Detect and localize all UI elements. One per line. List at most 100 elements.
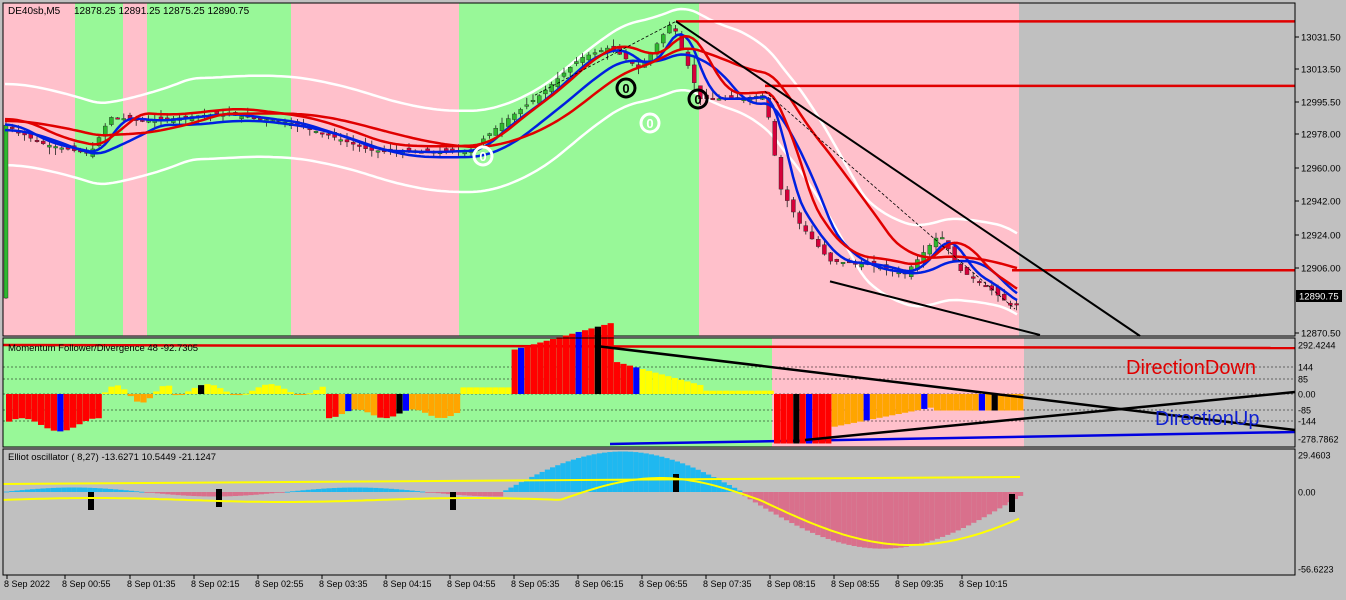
elliot-bar bbox=[986, 492, 992, 515]
momentum-bar bbox=[498, 387, 505, 394]
momentum-bar bbox=[767, 390, 774, 394]
momentum-bar bbox=[518, 347, 525, 394]
time-tick-label: 8 Sep 04:55 bbox=[447, 579, 496, 589]
momentum-bar bbox=[345, 394, 352, 412]
elliot-bar bbox=[87, 487, 93, 492]
elliot-bar bbox=[612, 451, 618, 492]
elliot-bar bbox=[404, 490, 410, 492]
momentum-bar bbox=[95, 394, 102, 419]
elliot-bar bbox=[144, 492, 150, 493]
elliot-bar bbox=[9, 491, 15, 492]
elliot-bar bbox=[498, 492, 504, 497]
momentum-bar bbox=[178, 394, 185, 395]
elliot-bar bbox=[680, 463, 686, 492]
elliot-bar bbox=[570, 459, 576, 492]
elliot-bar bbox=[170, 492, 176, 495]
momentum-bar bbox=[262, 384, 269, 394]
elliot-bar bbox=[342, 487, 348, 492]
candle bbox=[3, 120, 9, 299]
elliot-tick-label: 29.4603 bbox=[1298, 451, 1331, 461]
momentum-tick-label: -278.7862 bbox=[1298, 435, 1339, 445]
elliot-bar bbox=[440, 492, 446, 494]
momentum-bar bbox=[863, 394, 870, 421]
elliot-black-bar bbox=[1009, 494, 1015, 512]
elliot-bar bbox=[940, 492, 946, 537]
momentum-bar bbox=[306, 393, 313, 395]
elliot-bar bbox=[248, 492, 254, 496]
momentum-bar bbox=[537, 342, 544, 394]
time-tick-label: 8 Sep 04:15 bbox=[383, 579, 432, 589]
momentum-bar bbox=[114, 385, 121, 394]
elliot-bar bbox=[180, 492, 186, 496]
elliot-bar bbox=[976, 492, 982, 521]
momentum-bar bbox=[466, 387, 473, 394]
elliot-bar bbox=[950, 492, 956, 533]
momentum-bar bbox=[415, 394, 422, 411]
momentum-bar bbox=[985, 394, 992, 411]
momentum-bar bbox=[287, 392, 294, 394]
chart-canvas[interactable]: 0 0 0 0 DE40sb,M5 12878.25 12891.25 12875.2… bbox=[0, 0, 1346, 596]
elliot-bar bbox=[19, 490, 25, 492]
elliot-bar bbox=[227, 492, 233, 497]
elliot-bar bbox=[622, 451, 628, 492]
price-tick-label: 12870.50 bbox=[1301, 329, 1341, 340]
price-tick-label: 12995.50 bbox=[1301, 98, 1341, 109]
momentum-bar bbox=[838, 394, 845, 426]
direction-up-label: DirectionUp bbox=[1155, 408, 1259, 430]
momentum-bar bbox=[556, 337, 563, 394]
momentum-bar bbox=[50, 394, 57, 431]
elliot-bar bbox=[529, 476, 535, 492]
momentum-bar bbox=[748, 390, 755, 394]
ohlc-readout: 12878.25 12891.25 12875.25 12890.75 bbox=[74, 6, 250, 17]
momentum-bar bbox=[940, 394, 947, 411]
momentum-bar bbox=[793, 394, 800, 444]
elliot-bar bbox=[378, 488, 384, 492]
momentum-bar bbox=[614, 362, 621, 394]
candle bbox=[778, 154, 784, 196]
momentum-bar bbox=[268, 384, 275, 394]
elliot-bar bbox=[919, 492, 925, 544]
momentum-bar bbox=[134, 394, 141, 402]
momentum-bar bbox=[550, 339, 557, 394]
momentum-bar bbox=[946, 394, 953, 411]
momentum-bar bbox=[966, 394, 973, 411]
momentum-bar bbox=[447, 394, 454, 417]
momentum-bar bbox=[806, 394, 813, 444]
trading-chart-window[interactable]: 0 0 0 0 DE40sb,M5 12878.25 12891.25 12875.2… bbox=[0, 0, 1346, 596]
elliot-bar bbox=[108, 488, 114, 492]
elliot-bar bbox=[830, 492, 836, 541]
elliot-bar bbox=[643, 453, 649, 492]
momentum-bar bbox=[108, 386, 115, 394]
elliot-black-bar bbox=[88, 492, 94, 510]
elliot-bar bbox=[383, 488, 389, 492]
momentum-bar bbox=[390, 394, 397, 417]
momentum-bar bbox=[159, 386, 166, 394]
momentum-bar bbox=[569, 333, 576, 394]
elliot-bar bbox=[40, 488, 46, 492]
momentum-bar bbox=[812, 394, 819, 444]
momentum-bar bbox=[511, 349, 518, 394]
time-tick-label: 8 Sep 09:35 bbox=[895, 579, 944, 589]
elliot-bar bbox=[482, 492, 488, 497]
momentum-bar bbox=[953, 394, 960, 411]
elliot-bar bbox=[97, 488, 103, 492]
elliot-bar bbox=[134, 491, 140, 493]
price-tick-label: 12906.00 bbox=[1301, 264, 1341, 275]
elliot-bar bbox=[326, 488, 332, 492]
elliot-bar bbox=[607, 452, 613, 492]
momentum-bar bbox=[786, 394, 793, 444]
elliot-bar bbox=[648, 454, 654, 492]
elliot-bar bbox=[908, 492, 914, 546]
elliot-bar bbox=[186, 492, 192, 496]
momentum-bar bbox=[761, 390, 768, 394]
momentum-bar bbox=[274, 385, 281, 394]
zone-bull bbox=[75, 3, 123, 336]
main-price-panel[interactable]: 0 0 0 0 DE40sb,M5 12878.25 12891.25 12875.2… bbox=[2, 2, 1342, 340]
elliot-bar bbox=[784, 492, 790, 521]
elliot-bar bbox=[331, 488, 337, 492]
elliot-bar bbox=[399, 489, 405, 492]
elliot-bar bbox=[877, 492, 883, 549]
momentum-bar bbox=[409, 394, 416, 410]
elliot-bar bbox=[123, 490, 129, 492]
elliot-bar bbox=[316, 488, 322, 492]
